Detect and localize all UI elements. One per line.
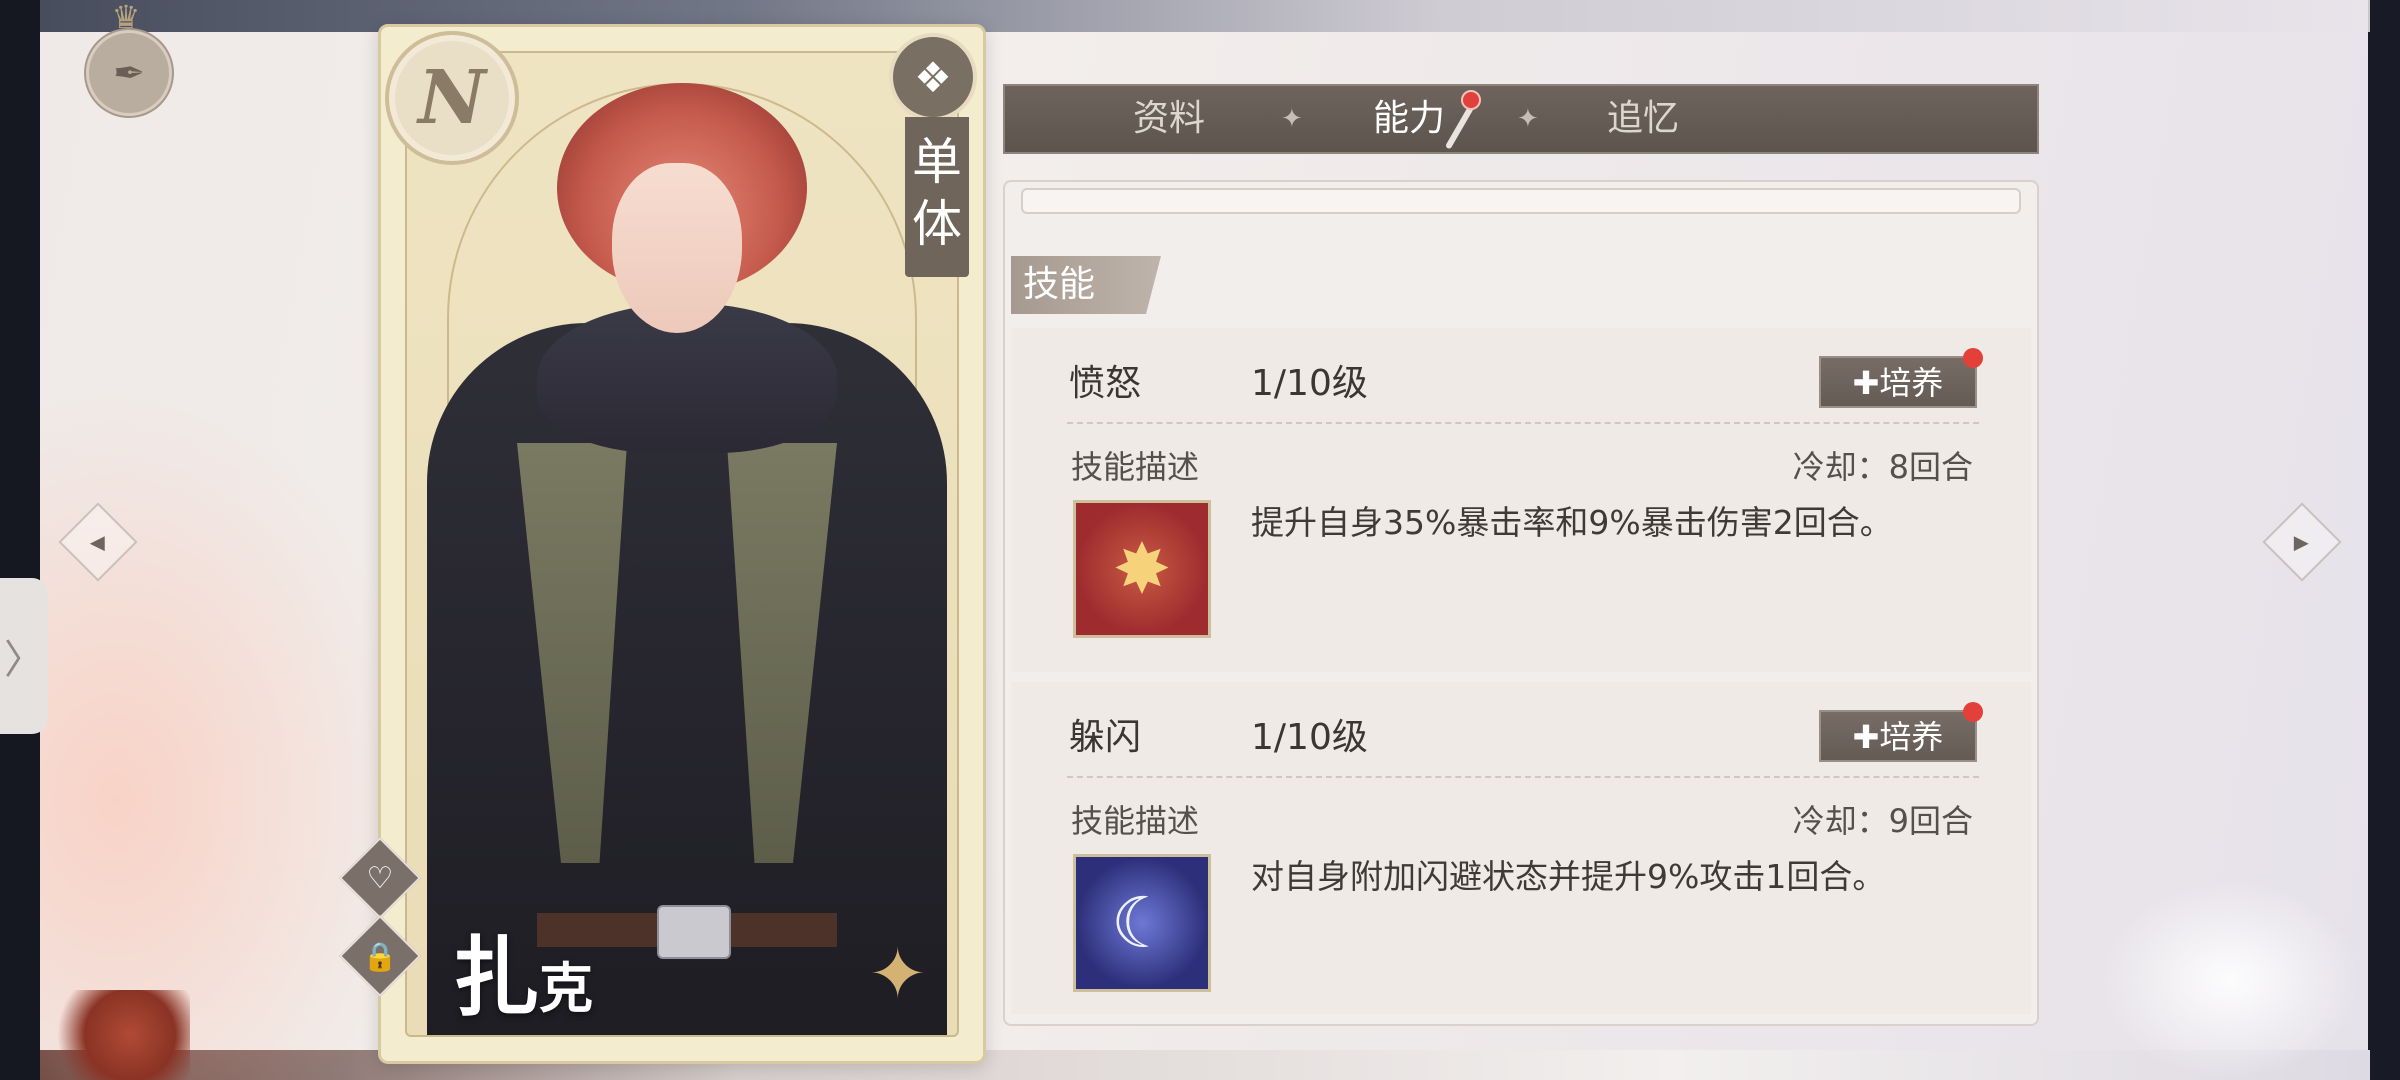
left-edge [0,0,40,1080]
train-button[interactable]: ✚培养 [1819,356,1977,408]
target-type-label: 单体 [905,117,969,277]
card-art: ✦ [405,51,959,1037]
belt-buckle [657,905,731,959]
skill-item: 愤怒 1/10级 ✚培养 技能描述 冷却：8回合 ✸ 提升自身35%暴击率和9%… [1011,328,2031,672]
skill-panel: 技能 愤怒 1/10级 ✚培养 技能描述 冷却：8回合 ✸ 提升自身35%暴击率… [1003,180,2039,1026]
character-face [612,163,742,333]
arrow-left-icon: ◂ [90,524,106,560]
next-character-button[interactable]: ▸ [2262,502,2342,582]
divider [1067,776,1979,778]
character-card[interactable]: ✦ N ❖ 单体 ♡ 🔒 扎克 [338,24,986,1064]
heart-icon: ♡ [366,860,394,896]
skill-desc-label: 技能描述 [1071,448,1200,486]
skill-cooldown: 冷却：8回合 [1792,448,1973,486]
train-button[interactable]: ✚培养 [1819,710,1977,762]
target-type-icon: ❖ [889,33,977,121]
tab-memory[interactable]: 追忆 [1607,86,1679,152]
right-edge [2368,0,2400,1080]
sparkle-icon: ✦ [868,933,927,1015]
lock-icon: 🔒 [362,939,398,973]
skill-level: 1/10级 [1251,717,1368,758]
notification-dot [1461,90,1481,110]
chevron-right-icon: 〉 [4,637,44,683]
tab-separator-icon: ✦ [1281,104,1303,134]
tab-profile[interactable]: 资料 [1133,86,1205,152]
character-name: 扎克 [453,907,593,1032]
skill-name: 躲闪 [1069,717,1142,758]
divider [1067,422,1979,424]
drawer-handle[interactable]: 〉 [0,578,48,734]
tab-separator-icon: ✦ [1517,104,1539,134]
back-button[interactable]: ✒ [86,30,172,116]
character-name-main: 扎 [453,927,539,1028]
plus-icon: ✚ [1852,364,1880,402]
skill-description: 提升自身35%暴击率和9%暴击伤害2回合。 [1251,503,1893,542]
rarity-badge: N [385,31,519,165]
notification-dot [1963,348,1983,368]
skill-cooldown: 冷却：9回合 [1792,802,1973,840]
tab-ability[interactable]: 能力 [1373,86,1445,152]
notification-dot [1963,702,1983,722]
section-title: 技能 [1011,256,1161,314]
skill-item: 躲闪 1/10级 ✚培养 技能描述 冷却：9回合 ☾ 对自身附加闪避状态并提升9… [1011,682,2031,1014]
skill-description: 对自身附加闪避状态并提升9%攻击1回合。 [1251,857,1886,896]
skill-level: 1/10级 [1251,363,1368,404]
quill-icon: ✒ [113,51,145,95]
skill-name: 愤怒 [1069,363,1142,404]
sparkle-star-icon[interactable]: ✸ [1073,500,1211,638]
plus-icon: ✚ [1852,718,1880,756]
tab-bar: 资料 ✦ 能力 ✦ 追忆 [1003,84,2039,154]
butterfly-decoration [2100,880,2360,1080]
cat-leap-icon[interactable]: ☾ [1073,854,1211,992]
rose-decoration [40,990,190,1080]
train-label: 培养 [1879,718,1944,756]
arrow-right-icon: ▸ [2294,524,2310,560]
train-label: 培养 [1879,364,1944,402]
panel-top-frame [1021,188,2021,214]
skill-desc-label: 技能描述 [1071,802,1200,840]
crest-icon: ♛ [111,0,141,36]
character-name-sub: 克 [539,956,593,1020]
